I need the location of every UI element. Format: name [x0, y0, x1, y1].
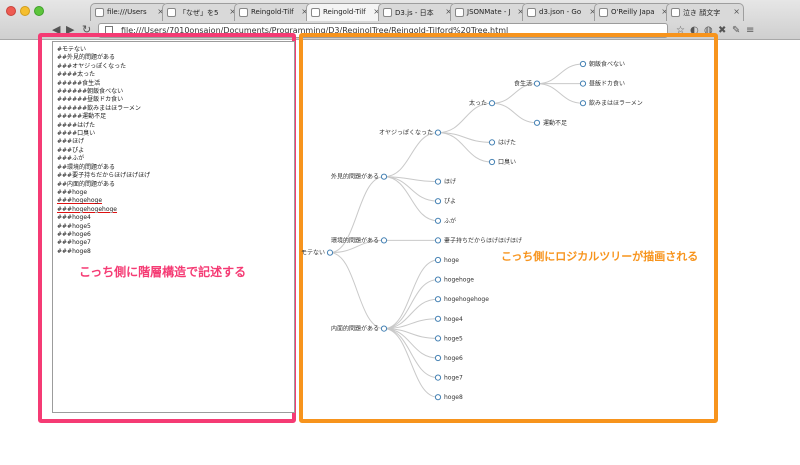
tree-link: [383, 176, 439, 222]
tree-node-circle[interactable]: [488, 100, 496, 107]
tree-node-circle[interactable]: [434, 296, 442, 303]
tree-node-circle[interactable]: [488, 139, 496, 146]
tree-node[interactable]: 運動不足: [533, 119, 567, 127]
tree-node-label: hoge7: [444, 375, 463, 382]
tree-node-label: 口臭い: [498, 158, 516, 166]
tree-node[interactable]: 食生活: [514, 80, 541, 88]
tree-node[interactable]: はげた: [488, 138, 516, 146]
tree-node[interactable]: 妻子持ちだからほげほげほげ: [434, 236, 522, 244]
tree-node-circle[interactable]: [434, 256, 442, 264]
tree-node[interactable]: hoge: [434, 256, 459, 264]
tree-node-circle[interactable]: [434, 335, 442, 342]
tree-node[interactable]: モテない: [301, 249, 334, 257]
tree-caption: こっち側にロジカルツリーが描画される: [501, 250, 699, 263]
tree-node-label: 太った: [469, 99, 487, 107]
tree-node[interactable]: 口臭い: [488, 158, 516, 166]
tree-node-circle[interactable]: [434, 276, 442, 283]
tree-node[interactable]: hoge6: [434, 354, 463, 362]
tree-node-label: はげた: [498, 138, 516, 146]
tree-node[interactable]: ふが: [434, 217, 456, 225]
tree-node-label: 食生活: [514, 80, 532, 88]
tree-node-label: モテない: [301, 250, 325, 257]
tree-node[interactable]: 昼飯ドカ食い: [579, 80, 625, 88]
tree-link: [329, 252, 385, 330]
tree-node-circle[interactable]: [488, 158, 496, 166]
tree-node[interactable]: hoge5: [434, 335, 463, 342]
tree-node-circle[interactable]: [380, 173, 388, 180]
tree-node[interactable]: オヤジっぽくなった: [379, 129, 442, 137]
logical-tree: 朝飯食べない昼飯ドカ食い飲みまはほラーメン 食生活運動不足 太ったはげた口臭い オヤジ…: [301, 60, 643, 401]
tree-link: [383, 328, 439, 379]
tree-node-circle[interactable]: [434, 198, 442, 205]
tree-node-label: 妻子持ちだからほげほげほげ: [444, 236, 522, 244]
tree-node-label: hogehoge: [444, 277, 474, 284]
tree-node[interactable]: hoge7: [434, 374, 463, 382]
tree-node-circle[interactable]: [579, 100, 587, 107]
tree-node-label: hoge6: [444, 355, 463, 362]
tree-node[interactable]: hoge8: [434, 394, 463, 401]
tree-node-circle[interactable]: [579, 80, 587, 87]
tree-node[interactable]: hogehogehoge: [434, 296, 489, 303]
tree-node-circle[interactable]: [434, 354, 442, 362]
tree-node-circle[interactable]: [434, 394, 442, 401]
tree-node[interactable]: hogehoge: [434, 276, 474, 284]
tree-node-circle[interactable]: [579, 60, 587, 68]
tree-node[interactable]: 朝飯食べない: [579, 60, 625, 68]
tree-node-label: 運動不足: [543, 119, 567, 127]
tree-node-circle[interactable]: [380, 237, 388, 244]
tree-node-label: ほげ: [444, 178, 456, 186]
tree-link: [383, 328, 439, 398]
tree-node-label: ぴよ: [444, 198, 456, 205]
tree-link: [536, 83, 584, 104]
tree-link: [536, 63, 584, 85]
tree-node[interactable]: 内面的問題がある: [331, 325, 388, 333]
tree-link: [383, 259, 439, 330]
tree-node-label: hoge5: [444, 335, 463, 342]
tree-node-circle[interactable]: [533, 119, 541, 126]
tree-node-circle[interactable]: [533, 80, 541, 87]
tree-node-label: 外見的問題がある: [331, 173, 379, 181]
tree-node-label: 昼飯ドカ食い: [589, 80, 625, 88]
tree-node[interactable]: hoge4: [434, 315, 463, 323]
tree-link: [383, 132, 439, 178]
tree-node-circle[interactable]: [434, 237, 442, 244]
tree-node-label: hoge8: [444, 394, 463, 401]
tree-node-label: hoge4: [444, 316, 463, 323]
tree-node-label: 内面的問題がある: [331, 325, 379, 333]
tree-node-label: ふが: [444, 217, 456, 225]
tree-node-label: 朝飯食べない: [589, 60, 625, 68]
tree-node-circle[interactable]: [434, 217, 442, 224]
tree-link: [437, 102, 493, 134]
tree-node-label: 飲みまはほラーメン: [589, 99, 643, 107]
tree-node-circle[interactable]: [434, 374, 442, 381]
tree-node[interactable]: ぴよ: [434, 198, 456, 205]
tree-node-label: hoge: [444, 257, 459, 264]
tree-node-label: オヤジっぽくなった: [379, 129, 433, 137]
tree-node-circle[interactable]: [326, 249, 334, 256]
tree-link: [383, 279, 439, 330]
tree-node[interactable]: 飲みまはほラーメン: [579, 99, 643, 107]
tree-node[interactable]: 外見的問題がある: [331, 173, 388, 181]
tree-node-label: hogehogehoge: [444, 296, 489, 303]
tree-node-circle[interactable]: [434, 178, 442, 185]
tree-node-circle[interactable]: [434, 315, 442, 322]
tree-node-label: 環境的問題がある: [331, 236, 379, 244]
tree-link: [383, 176, 439, 202]
tree-node-circle[interactable]: [434, 129, 442, 136]
tree-node-circle[interactable]: [380, 325, 388, 332]
tree-link: [491, 102, 538, 124]
tree-node[interactable]: 太った: [469, 99, 496, 107]
tree-node[interactable]: 環境的問題がある: [331, 236, 388, 244]
tree-node[interactable]: ほげ: [434, 178, 456, 186]
